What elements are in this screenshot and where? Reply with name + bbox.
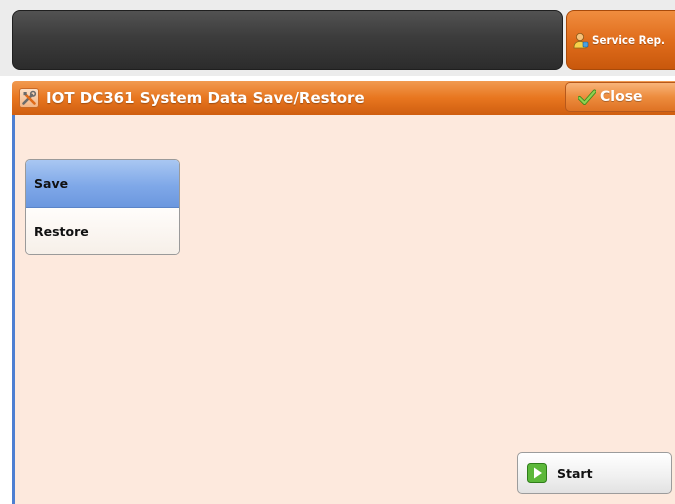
close-label: Close xyxy=(600,89,643,105)
start-button[interactable]: Start xyxy=(517,452,672,494)
option-save[interactable]: Save xyxy=(26,160,179,208)
tools-icon xyxy=(19,88,39,108)
service-rep-icon xyxy=(572,32,589,49)
service-rep-label: Service Rep. xyxy=(592,33,665,47)
checkmark-icon xyxy=(578,89,596,105)
option-save-label: Save xyxy=(34,176,69,191)
service-rep-button[interactable]: Service Rep. xyxy=(566,10,675,70)
top-status-bar: Service Rep. xyxy=(0,0,675,76)
option-restore[interactable]: Restore xyxy=(26,208,179,254)
window-title-bar: IOT DC361 System Data Save/Restore Close xyxy=(12,81,675,115)
start-label: Start xyxy=(557,465,593,481)
start-icon xyxy=(527,463,547,483)
message-area xyxy=(12,10,563,70)
close-button[interactable]: Close xyxy=(565,82,675,112)
window-title: IOT DC361 System Data Save/Restore xyxy=(46,89,365,107)
save-restore-option-list: Save Restore xyxy=(25,159,180,255)
option-restore-label: Restore xyxy=(34,224,89,239)
